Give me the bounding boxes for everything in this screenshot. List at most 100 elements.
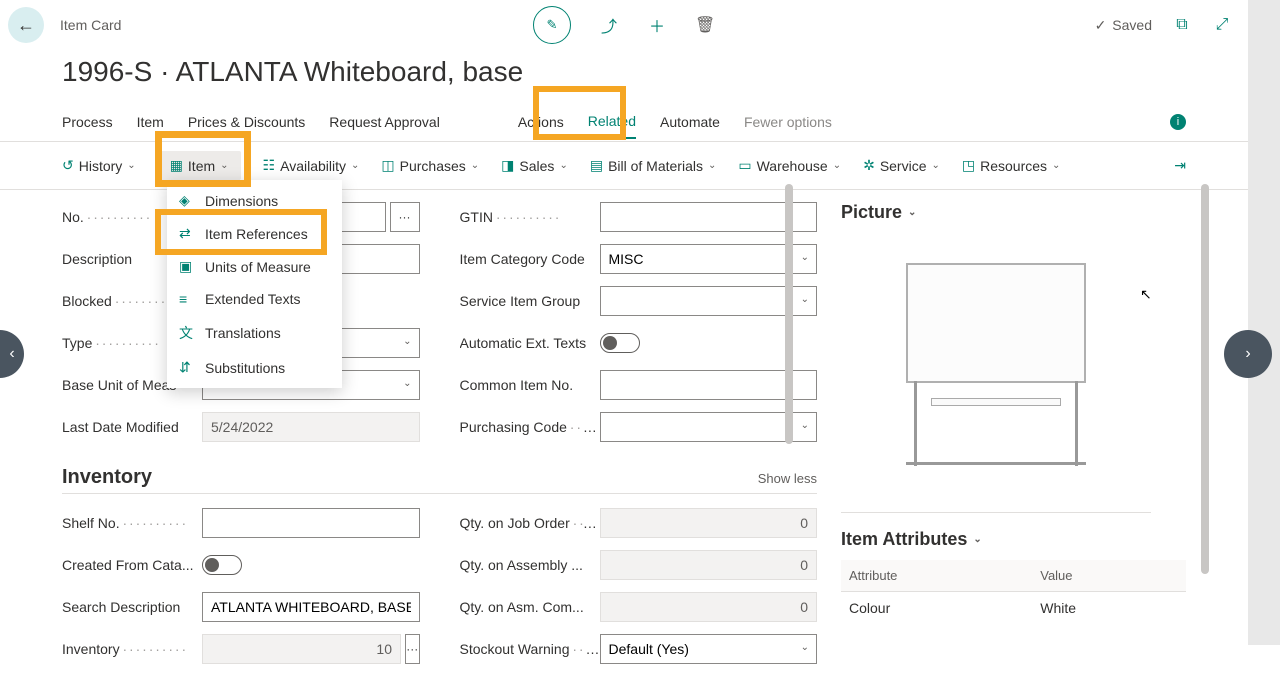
nav-fewer[interactable]: Fewer options <box>744 106 832 138</box>
item-icon: ▦ <box>170 157 183 174</box>
nav-actions[interactable]: Actions <box>518 106 564 138</box>
search-input[interactable] <box>202 592 420 622</box>
action-availability[interactable]: ☷Availability⌄ <box>263 157 360 174</box>
inventory-title: Inventory <box>62 466 152 489</box>
dd-extended-texts[interactable]: ≡Extended Texts <box>167 283 342 315</box>
qasm-label: Qty. on Assembly ... <box>460 557 600 573</box>
dd-item-references[interactable]: ⇄Item References <box>167 217 342 250</box>
service-icon: ✲ <box>863 157 875 174</box>
last-label: Last Date Modified <box>62 419 202 435</box>
dd-substitutions[interactable]: ⇵Substitutions <box>167 351 342 384</box>
cata-toggle[interactable] <box>202 555 242 575</box>
val-col-header: Value <box>1032 560 1186 592</box>
action-history[interactable]: ↺History⌄ <box>62 157 136 174</box>
history-icon: ↺ <box>62 157 74 174</box>
cata-label: Created From Cata... <box>62 557 202 573</box>
dd-translations[interactable]: 文Translations <box>167 315 342 351</box>
nav-related[interactable]: Related <box>588 105 636 139</box>
auto-toggle[interactable] <box>600 333 640 353</box>
popout-icon[interactable]: ⧉ <box>1172 16 1192 34</box>
chevron-down-icon: ⌄ <box>932 160 940 171</box>
share-icon[interactable]: ⤴ <box>599 13 619 37</box>
bom-icon: ▤ <box>590 157 603 174</box>
nav-process[interactable]: Process <box>62 106 113 138</box>
dimensions-icon: ◈ <box>179 192 195 209</box>
gtin-label: GTIN <box>460 209 600 225</box>
action-bom[interactable]: ▤Bill of Materials⌄ <box>590 157 717 174</box>
action-item-menu[interactable]: ▦Item⌄ <box>158 151 241 180</box>
chevron-down-icon: ⌄ <box>471 160 479 171</box>
item-dropdown: ◈Dimensions ⇄Item References ▣Units of M… <box>167 180 342 388</box>
pin-icon[interactable]: ⇥ <box>1174 157 1186 174</box>
cat-label: Item Category Code <box>460 251 600 267</box>
attributes-table: AttributeValue ColourWhite <box>841 560 1186 624</box>
page-title: 1996-S · ATLANTA Whiteboard, base <box>0 50 1248 102</box>
chevron-down-icon: ⌄ <box>708 160 716 171</box>
chevron-down-icon[interactable]: ⌄ <box>973 534 981 545</box>
action-resources[interactable]: ◳Resources⌄ <box>962 157 1061 174</box>
inv-more-button[interactable]: ··· <box>405 634 420 664</box>
chevron-down-icon: ⌄ <box>127 160 135 171</box>
dd-dimensions[interactable]: ◈Dimensions <box>167 184 342 217</box>
substitutions-icon: ⇵ <box>179 359 195 376</box>
card-title: Item Card <box>60 17 121 33</box>
nav-request[interactable]: Request Approval <box>329 106 440 138</box>
no-more-button[interactable]: ··· <box>390 202 420 232</box>
stock-select[interactable] <box>600 634 818 664</box>
shelf-label: Shelf No. <box>62 515 202 531</box>
texts-icon: ≡ <box>179 291 195 307</box>
resources-icon: ◳ <box>962 157 975 174</box>
action-service[interactable]: ✲Service⌄ <box>863 157 940 174</box>
chevron-down-icon: ⌄ <box>559 160 567 171</box>
action-purchases[interactable]: ◫Purchases⌄ <box>381 157 479 174</box>
check-icon: ✓ <box>1095 17 1107 34</box>
common-label: Common Item No. <box>460 377 600 393</box>
search-label: Search Description <box>62 599 202 615</box>
picture-title: Picture <box>841 202 902 223</box>
right-scrollbar[interactable] <box>1200 184 1210 584</box>
nav-row: Process Item Prices & Discounts Request … <box>0 102 1248 142</box>
chevron-down-icon: ⌄ <box>1052 160 1060 171</box>
nav-automate[interactable]: Automate <box>660 106 720 138</box>
action-warehouse[interactable]: ▭Warehouse⌄ <box>738 157 841 174</box>
info-icon[interactable]: i <box>1170 114 1186 130</box>
last-value <box>202 412 420 442</box>
window-edge <box>1248 0 1280 645</box>
edit-button[interactable]: ✎ <box>533 6 571 44</box>
attributes-title: Item Attributes <box>841 529 967 550</box>
picture-box <box>841 233 1151 513</box>
purchases-icon: ◫ <box>381 157 394 174</box>
references-icon: ⇄ <box>179 225 195 242</box>
units-icon: ▣ <box>179 258 195 275</box>
nav-prices[interactable]: Prices & Discounts <box>188 106 305 138</box>
delete-icon[interactable]: 🗑 <box>695 15 715 35</box>
pencil-icon: ✎ <box>547 17 558 33</box>
purch-label: Purchasing Code <box>460 419 600 435</box>
chevron-down-icon: ⌄ <box>833 160 841 171</box>
cursor-icon: ↖ <box>1140 286 1152 303</box>
warehouse-icon: ▭ <box>738 157 751 174</box>
action-sales[interactable]: ◨Sales⌄ <box>501 157 568 174</box>
inv-label: Inventory <box>62 641 202 657</box>
sales-icon: ◨ <box>501 157 514 174</box>
qcom-label: Qty. on Asm. Com... <box>460 599 600 615</box>
next-record-button[interactable]: › <box>1224 330 1272 378</box>
chevron-down-icon[interactable]: ⌄ <box>908 207 916 218</box>
auto-label: Automatic Ext. Texts <box>460 335 600 351</box>
availability-icon: ☷ <box>263 157 276 174</box>
chevron-down-icon: ⌄ <box>351 160 359 171</box>
back-button[interactable]: ← <box>8 7 44 43</box>
chevron-down-icon: ⌄ <box>220 160 228 171</box>
shelf-input[interactable] <box>202 508 420 538</box>
table-row[interactable]: ColourWhite <box>841 592 1186 625</box>
inv-value <box>202 634 401 664</box>
stock-label: Stockout Warning <box>460 641 600 657</box>
inner-scrollbar[interactable] <box>785 184 795 629</box>
qjob-label: Qty. on Job Order <box>460 515 600 531</box>
add-icon[interactable]: ＋ <box>647 13 667 37</box>
back-arrow-icon: ← <box>17 15 35 36</box>
nav-item[interactable]: Item <box>137 106 164 138</box>
translations-icon: 文 <box>179 323 195 343</box>
collapse-icon[interactable]: ⤢ <box>1212 16 1232 34</box>
dd-units[interactable]: ▣Units of Measure <box>167 250 342 283</box>
